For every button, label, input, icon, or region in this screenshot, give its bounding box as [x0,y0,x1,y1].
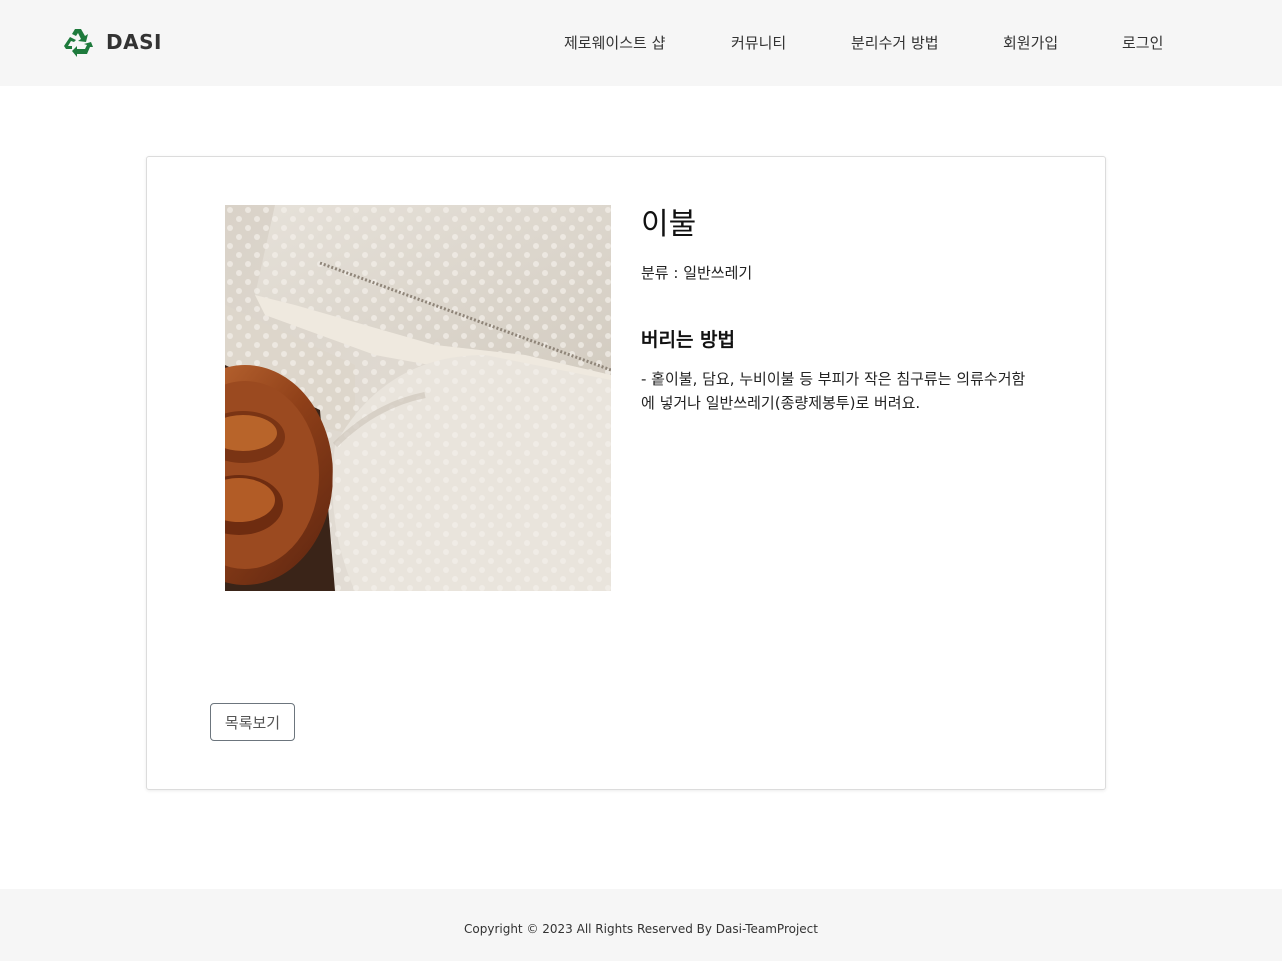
item-detail-card: 이불 분류 : 일반쓰레기 버리는 방법 - 홑이불, 담요, 누비이불 등 부… [146,156,1106,790]
nav-login[interactable]: 로그인 [1122,31,1163,55]
item-category: 분류 : 일반쓰레기 [641,264,753,282]
site-header: DASI 제로웨이스트 샵 커뮤니티 분리수거 방법 회원가입 로그인 [0,0,1282,86]
main-nav: 제로웨이스트 샵 커뮤니티 분리수거 방법 회원가입 로그인 [0,31,1282,55]
nav-zero-waste-shop[interactable]: 제로웨이스트 샵 [564,31,665,55]
list-view-button[interactable]: 목록보기 [210,703,295,741]
site-footer: Copyright © 2023 All Rights Reserved By … [0,889,1282,961]
bedding-photo [225,205,611,591]
nav-community[interactable]: 커뮤니티 [731,31,786,55]
disposal-method-title: 버리는 방법 [641,329,736,351]
product-image [225,205,611,591]
item-info: 이불 분류 : 일반쓰레기 버리는 방법 - 홑이불, 담요, 누비이불 등 부… [641,205,1041,415]
nav-recycling-method[interactable]: 분리수거 방법 [851,31,939,55]
disposal-method-text: - 홑이불, 담요, 누비이불 등 부피가 작은 침구류는 의류수거함에 넣거나… [641,370,1026,412]
copyright-text: Copyright © 2023 All Rights Reserved By … [464,922,818,936]
nav-signup[interactable]: 회원가입 [1003,31,1058,55]
item-title: 이불 [641,207,697,242]
